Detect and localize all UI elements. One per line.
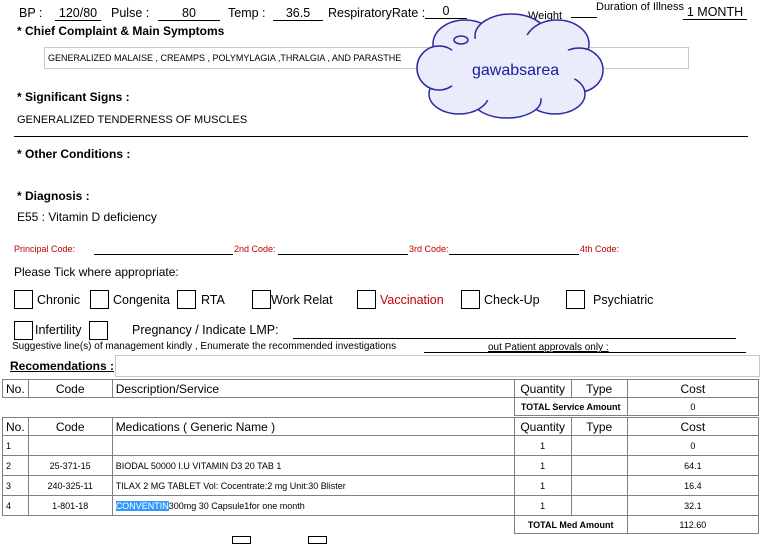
pulse-label: Pulse : (111, 6, 150, 20)
meds-header-type: Type (570, 417, 628, 436)
bp-label: BP : (19, 6, 43, 20)
infertility-label: Infertility (35, 323, 82, 337)
checkup-label: Check-Up (484, 293, 540, 307)
meds-total-label: TOTAL Med Amount (513, 515, 628, 534)
chronic-checkbox[interactable] (14, 290, 33, 309)
med-cost: 16.4 (626, 475, 760, 496)
med-qty[interactable]: 1 (513, 495, 572, 516)
second-code-label: 2nd Code: (234, 244, 276, 254)
med-cost: 0 (626, 435, 760, 456)
chief-complaint-value: GENERALIZED MALAISE , CREAMPS , POLYMYLA… (48, 53, 402, 63)
med-no: 1 (2, 435, 29, 456)
med-cost: 32.1 (626, 495, 760, 516)
services-header-no: No. (2, 379, 29, 398)
significant-signs-title: * Significant Signs : (17, 90, 130, 104)
table-row[interactable]: 3 240-325-11 TILAX 2 MG TABLET Vol: Coce… (2, 475, 760, 496)
med-name[interactable]: TILAX 2 MG TABLET Vol: Cocentrate:2 mg U… (111, 475, 515, 496)
work-related-checkbox[interactable] (252, 290, 271, 309)
services-header-code: Code (27, 379, 113, 398)
med-qty[interactable]: 1 (513, 435, 572, 456)
table-row[interactable]: 4 1-801-18 CONVENTIN300mg 30 Capsule1for… (2, 495, 760, 516)
bottom-checkbox-2[interactable] (308, 536, 327, 544)
duration-label: Duration of Illness (596, 1, 685, 13)
checkup-checkbox[interactable] (461, 290, 480, 309)
chronic-label: Chronic (37, 293, 81, 307)
med-qty[interactable]: 1 (513, 475, 572, 496)
bp-field[interactable]: 120/80 (55, 6, 101, 21)
approvals-text: out Patient approvals only : (488, 342, 609, 353)
third-code-label: 3rd Code: (409, 244, 449, 254)
recommendations-label: Recomendations : (10, 359, 115, 373)
pregnancy-checkbox[interactable] (89, 321, 108, 340)
other-conditions-title: * Other Conditions : (17, 147, 131, 161)
med-code[interactable]: 25-371-15 (27, 455, 113, 476)
services-header-quantity: Quantity (513, 379, 572, 398)
table-row[interactable]: 1 1 0 (2, 435, 760, 456)
services-header-cost: Cost (626, 379, 760, 398)
med-type[interactable] (570, 475, 628, 496)
psychiatric-label: Psychiatric (593, 293, 654, 307)
medications-table: No. Code Medications ( Generic Name ) Qu… (2, 417, 760, 534)
tick-label: Please Tick where appropriate: (14, 265, 179, 279)
med-type[interactable] (570, 435, 628, 456)
principal-code-label: Principal Code: (14, 244, 76, 254)
congenital-label: Congenita (113, 293, 170, 307)
med-no: 4 (2, 495, 29, 516)
temp-label: Temp : (228, 6, 266, 20)
meds-header-code: Code (27, 417, 113, 436)
pregnancy-label: Pregnancy / Indicate LMP: (132, 323, 279, 337)
recommendations-input[interactable] (115, 355, 760, 377)
signs-divider (14, 136, 748, 137)
med-code[interactable]: 1-801-18 (27, 495, 113, 516)
selected-text: CONVENTIN (115, 500, 169, 511)
services-total-value: 0 (626, 397, 760, 416)
vaccination-label: Vaccination (380, 293, 444, 307)
med-qty[interactable]: 1 (513, 455, 572, 476)
work-related-label: Work Relat (271, 293, 333, 307)
meds-header-name: Medications ( Generic Name ) (111, 417, 515, 436)
second-code-field[interactable] (278, 254, 408, 255)
med-name[interactable] (111, 435, 515, 456)
diagnosis-value: E55 : Vitamin D deficiency (17, 210, 157, 224)
meds-header-quantity: Quantity (513, 417, 572, 436)
infertility-checkbox[interactable] (14, 321, 33, 340)
principal-code-field[interactable] (94, 254, 233, 255)
med-cost: 64.1 (626, 455, 760, 476)
med-no: 2 (2, 455, 29, 476)
meds-header-no: No. (2, 417, 29, 436)
significant-signs-value: GENERALIZED TENDERNESS OF MUSCLES (17, 114, 248, 126)
duration-field[interactable]: 1 MONTH (683, 5, 747, 20)
med-no: 3 (2, 475, 29, 496)
lmp-field[interactable] (293, 338, 736, 339)
med-type[interactable] (570, 495, 628, 516)
chief-complaint-title: * Chief Complaint & Main Symptoms (17, 24, 225, 38)
psychiatric-checkbox[interactable] (566, 290, 585, 309)
suggestive-text: Suggestive line(s) of management kindly … (12, 341, 397, 352)
services-table: No. Code Description/Service Quantity Ty… (2, 379, 760, 416)
resp-rate-label: RespiratoryRate : (328, 6, 426, 20)
fourth-code-label: 4th Code: (580, 244, 620, 254)
third-code-field[interactable] (449, 254, 579, 255)
med-name[interactable]: CONVENTIN300mg 30 Capsule1for one month (111, 495, 515, 516)
services-header-type: Type (570, 379, 628, 398)
med-name[interactable]: BIODAL 50000 I.U VITAMIN D3 20 TAB 1 (111, 455, 515, 476)
table-row[interactable]: 2 25-371-15 BIODAL 50000 I.U VITAMIN D3 … (2, 455, 760, 476)
med-code[interactable]: 240-325-11 (27, 475, 113, 496)
rta-checkbox[interactable] (177, 290, 196, 309)
meds-total-value: 112.60 (626, 515, 760, 534)
med-type[interactable] (570, 455, 628, 476)
vaccination-checkbox[interactable] (357, 290, 376, 309)
med-code[interactable] (27, 435, 113, 456)
rta-label: RTA (201, 293, 225, 307)
pulse-field[interactable]: 80 (158, 6, 220, 21)
temp-field[interactable]: 36.5 (273, 6, 323, 21)
services-total-label: TOTAL Service Amount (513, 397, 628, 416)
meds-header-cost: Cost (626, 417, 760, 436)
congenital-checkbox[interactable] (90, 290, 109, 309)
services-header-description: Description/Service (111, 379, 515, 398)
cloud-text: gawabsarea (472, 62, 560, 79)
bottom-checkbox-1[interactable] (232, 536, 251, 544)
diagnosis-title: * Diagnosis : (17, 189, 90, 203)
